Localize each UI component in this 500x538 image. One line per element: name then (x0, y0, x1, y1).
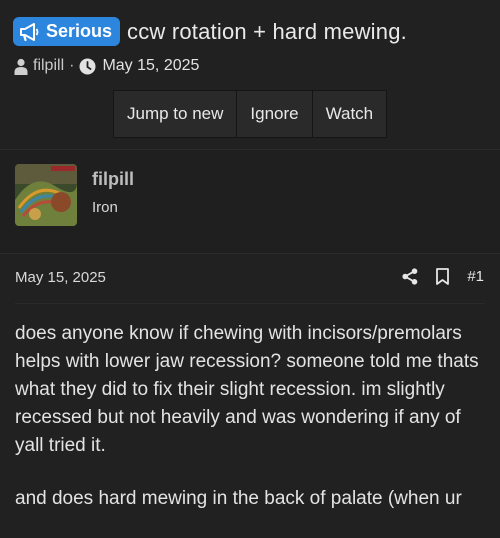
post-body: does anyone know if chewing with incisor… (15, 320, 491, 538)
megaphone-icon (20, 22, 39, 41)
ignore-button[interactable]: Ignore (237, 91, 313, 137)
prefix-badge[interactable]: Serious (13, 17, 121, 46)
user-block-divider (0, 253, 500, 254)
thread-title: ccw rotation + hard mewing. (127, 18, 407, 44)
share-button[interactable] (402, 268, 418, 285)
thread-author-link[interactable]: filpill (33, 57, 64, 75)
post-number-link[interactable]: #1 (467, 268, 484, 285)
avatar[interactable] (15, 164, 77, 226)
post-paragraph: does anyone know if chewing with incisor… (15, 323, 479, 456)
meta-separator: · (69, 57, 75, 74)
post-user-title: Iron (92, 199, 118, 216)
share-icon (402, 268, 418, 285)
thread-title-row: Serious ccw rotation + hard mewing. (13, 17, 407, 46)
post-actions: #1 (384, 268, 484, 285)
post-header-divider (15, 303, 485, 304)
thread-meta: filpill · May 15, 2025 (14, 57, 199, 75)
thread-header: Serious ccw rotation + hard mewing. filp… (0, 0, 500, 149)
jump-to-new-button[interactable]: Jump to new (114, 91, 238, 137)
thread-date[interactable]: May 15, 2025 (102, 57, 199, 75)
clock-icon (79, 58, 96, 74)
prefix-label: Serious (46, 21, 113, 41)
post-paragraph: and does hard mewing in the back of pala… (15, 488, 462, 509)
post-date[interactable]: May 15, 2025 (15, 269, 106, 286)
user-icon (14, 58, 28, 75)
thread-action-buttons: Jump to new Ignore Watch (113, 90, 388, 138)
bookmark-icon (436, 268, 450, 285)
watch-button[interactable]: Watch (313, 91, 387, 137)
bookmark-button[interactable] (436, 268, 450, 285)
post-username[interactable]: filpill (92, 169, 134, 190)
post-user-block (0, 150, 500, 253)
